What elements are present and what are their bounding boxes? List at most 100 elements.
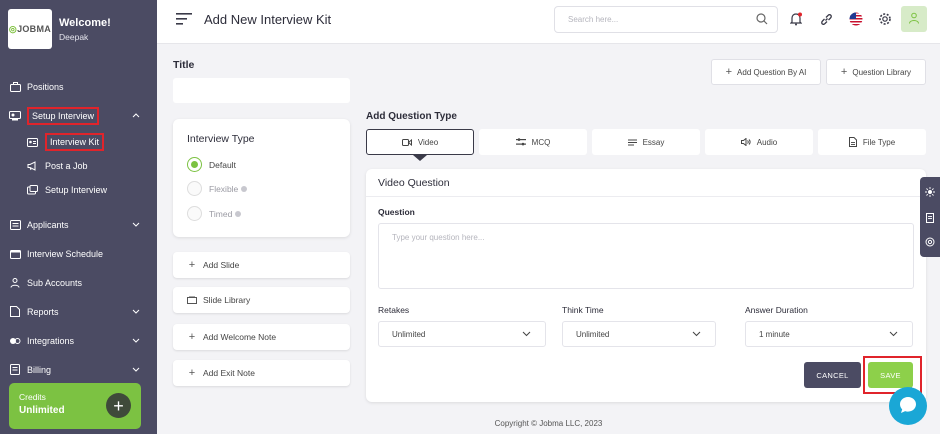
avatar[interactable] [901,6,927,32]
tab-label: Video [417,137,439,147]
search-box [554,6,778,33]
document-icon[interactable] [925,213,935,223]
plus-icon: + [113,395,124,416]
add-exit-note-button[interactable]: + Add Exit Note [173,360,350,386]
question-textarea[interactable] [378,223,914,289]
positions-icon [9,81,21,93]
chevron-down-icon[interactable] [131,306,141,316]
sidebar-item-positions[interactable]: Positions [0,72,157,101]
tab-audio[interactable]: Audio [705,129,813,155]
menu-toggle-icon[interactable] [176,13,192,27]
sidebar-item-label: Reports [27,306,59,317]
radio-label: Timed [209,208,233,219]
sidebar-item-reports[interactable]: Reports [0,297,157,326]
think-time-select[interactable]: Unlimited [562,321,716,347]
side-tools-strip [920,177,940,257]
plus-icon: + [725,66,733,78]
select-value: Unlimited [576,329,610,339]
sidebar-item-sub-accounts[interactable]: Sub Accounts [0,268,157,297]
sidebar-item-label: Applicants [27,219,69,230]
chevron-down-icon[interactable] [131,364,141,374]
sidebar-item-interview-schedule[interactable]: Interview Schedule [0,239,157,268]
file-icon [848,137,857,147]
think-time-label: Think Time [562,305,604,315]
billing-icon [9,364,21,376]
retakes-label: Retakes [378,305,410,315]
radio-unselected-icon [187,181,202,196]
sidebar-item-label: Setup Interview [27,106,100,125]
speaker-icon [740,138,751,146]
us-flag-icon[interactable] [846,9,866,29]
library-icon [187,295,197,305]
button-label: Question Library [852,67,912,77]
sidebar-item-integrations[interactable]: Integrations [0,326,157,355]
radio-label: Flexible [209,183,239,194]
sidebar-subitem-interview-kit[interactable]: Interview Kit [0,130,157,154]
info-icon[interactable] [241,185,248,192]
welcome-text: Welcome! [59,16,111,29]
calendar-icon [9,248,21,260]
plus-icon: + [188,331,196,343]
radio-timed[interactable]: Timed [187,206,242,221]
chevron-down-icon[interactable] [131,219,141,229]
sidebar-subitem-post-a-job[interactable]: Post a Job [0,154,157,178]
add-credits-button[interactable]: + [106,393,131,418]
kit-icon [26,136,38,148]
sidebar-item-applicants[interactable]: Applicants [0,210,157,239]
question-label: Question [378,207,415,217]
add-welcome-note-button[interactable]: + Add Welcome Note [173,324,350,350]
brightness-icon[interactable] [925,187,935,197]
tab-essay[interactable]: Essay [592,129,700,155]
slide-library-button[interactable]: Slide Library [173,287,350,313]
divider [366,196,926,197]
tab-video[interactable]: Video [366,129,474,155]
radio-flexible[interactable]: Flexible [187,181,248,196]
footer-copyright: Copyright © Jobma LLC, 2023 [494,419,603,428]
chevron-down-icon [692,330,701,339]
megaphone-icon [26,160,38,172]
sidebar-subitem-label: Setup Interview [45,185,108,195]
sidebar-subitem-setup-interview[interactable]: Setup Interview [0,178,157,202]
integrations-icon [9,335,21,347]
chevron-up-icon[interactable] [131,110,141,120]
gear-icon[interactable] [875,9,895,29]
answer-duration-select[interactable]: 1 minute [745,321,913,347]
chevron-down-icon[interactable] [131,335,141,345]
chevron-down-icon [522,330,531,339]
tab-file-type[interactable]: File Type [818,129,926,155]
cancel-button[interactable]: CANCEL [804,362,861,388]
users-icon [9,277,21,289]
sidebar-item-setup-interview[interactable]: Setup Interview [0,101,157,130]
sidebar-item-label: Interview Schedule [27,248,104,259]
help-icon[interactable] [925,237,935,247]
title-input[interactable] [173,78,350,103]
search-input[interactable] [555,7,745,32]
jobma-logo[interactable]: ◎ JOBMA [8,9,52,49]
tab-mcq[interactable]: MCQ [479,129,587,155]
notification-bell-icon[interactable] [786,9,806,29]
applicants-icon [9,219,21,231]
radio-selected-icon [187,157,202,172]
tab-label: Essay [642,137,665,147]
sidebar-subitem-label: Post a Job [45,161,88,171]
question-library-button[interactable]: + Question Library [826,59,926,85]
button-label: Add Welcome Note [203,332,277,342]
link-icon[interactable] [816,9,836,29]
setup-interview-icon [9,110,21,122]
active-tab-caret [413,155,427,161]
video-question-panel: Video Question Question Retakes Unlimite… [366,169,926,402]
radio-default[interactable]: Default [187,157,236,172]
setup-icon [26,184,38,196]
sidebar-item-billing[interactable]: Billing [0,355,157,384]
button-label: Add Exit Note [203,368,255,378]
retakes-select[interactable]: Unlimited [378,321,546,347]
credits-card: Credits Unlimited + [9,383,141,429]
info-icon[interactable] [235,210,242,217]
search-icon[interactable] [756,13,768,27]
sidebar-item-label: Sub Accounts [27,277,83,288]
add-slide-button[interactable]: + Add Slide [173,252,350,278]
sidebar-nav: Positions Setup Interview Interview Kit … [0,72,157,384]
logo-text: JOBMA [17,24,52,34]
radio-label: Default [209,159,236,170]
add-question-by-ai-button[interactable]: + Add Question By AI [711,59,821,85]
